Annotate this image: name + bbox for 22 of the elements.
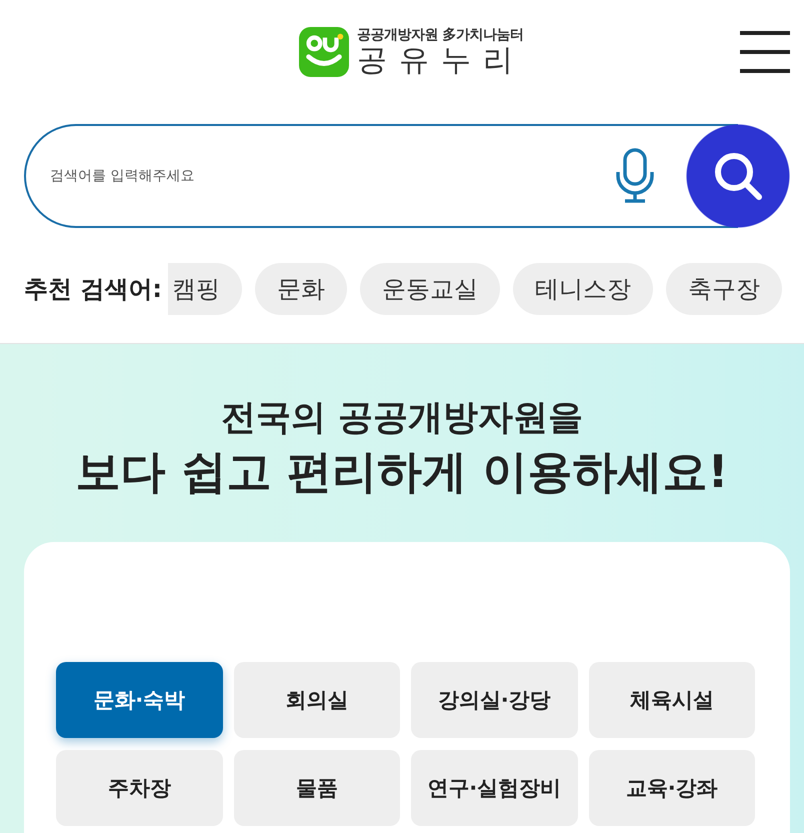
logo-wordmark: 공유누리 [357, 46, 525, 76]
keyword-chip[interactable]: 축구장 [666, 263, 782, 315]
category-tab[interactable]: 강의실·강당 [411, 662, 578, 738]
category-tab[interactable]: 물품 [234, 750, 400, 826]
search-input[interactable]: 검색어를 입력해주세요 [50, 166, 616, 186]
category-tab[interactable]: 회의실 [234, 662, 400, 738]
category-tab[interactable]: 체육시설 [588, 662, 755, 738]
category-tab[interactable]: 문화·숙박 [56, 662, 222, 738]
category-tab[interactable]: 교육·강좌 [588, 750, 755, 826]
recommended-label: 추천 검색어: [24, 274, 162, 305]
category-tab[interactable]: 연구·실험장비 [411, 750, 578, 826]
menu-icon[interactable] [740, 31, 790, 73]
keyword-chip[interactable]: 운동교실 [360, 263, 500, 315]
keyword-chip[interactable]: 문화 [254, 263, 347, 315]
keyword-chip[interactable]: 캠핑 [168, 263, 242, 315]
keyword-chip[interactable]: 테니스장 [512, 263, 653, 315]
logo-tagline: 공공개방자원 多가치나눔터 [357, 28, 524, 42]
category-tab[interactable]: 주차장 [56, 750, 222, 826]
hero-heading: 전국의 공공개방자원을 [220, 397, 584, 440]
hero-headline: 보다 쉽고 편리하게 이용하세요! [74, 444, 730, 500]
search-icon [713, 151, 763, 201]
microphone-icon[interactable] [616, 148, 654, 204]
